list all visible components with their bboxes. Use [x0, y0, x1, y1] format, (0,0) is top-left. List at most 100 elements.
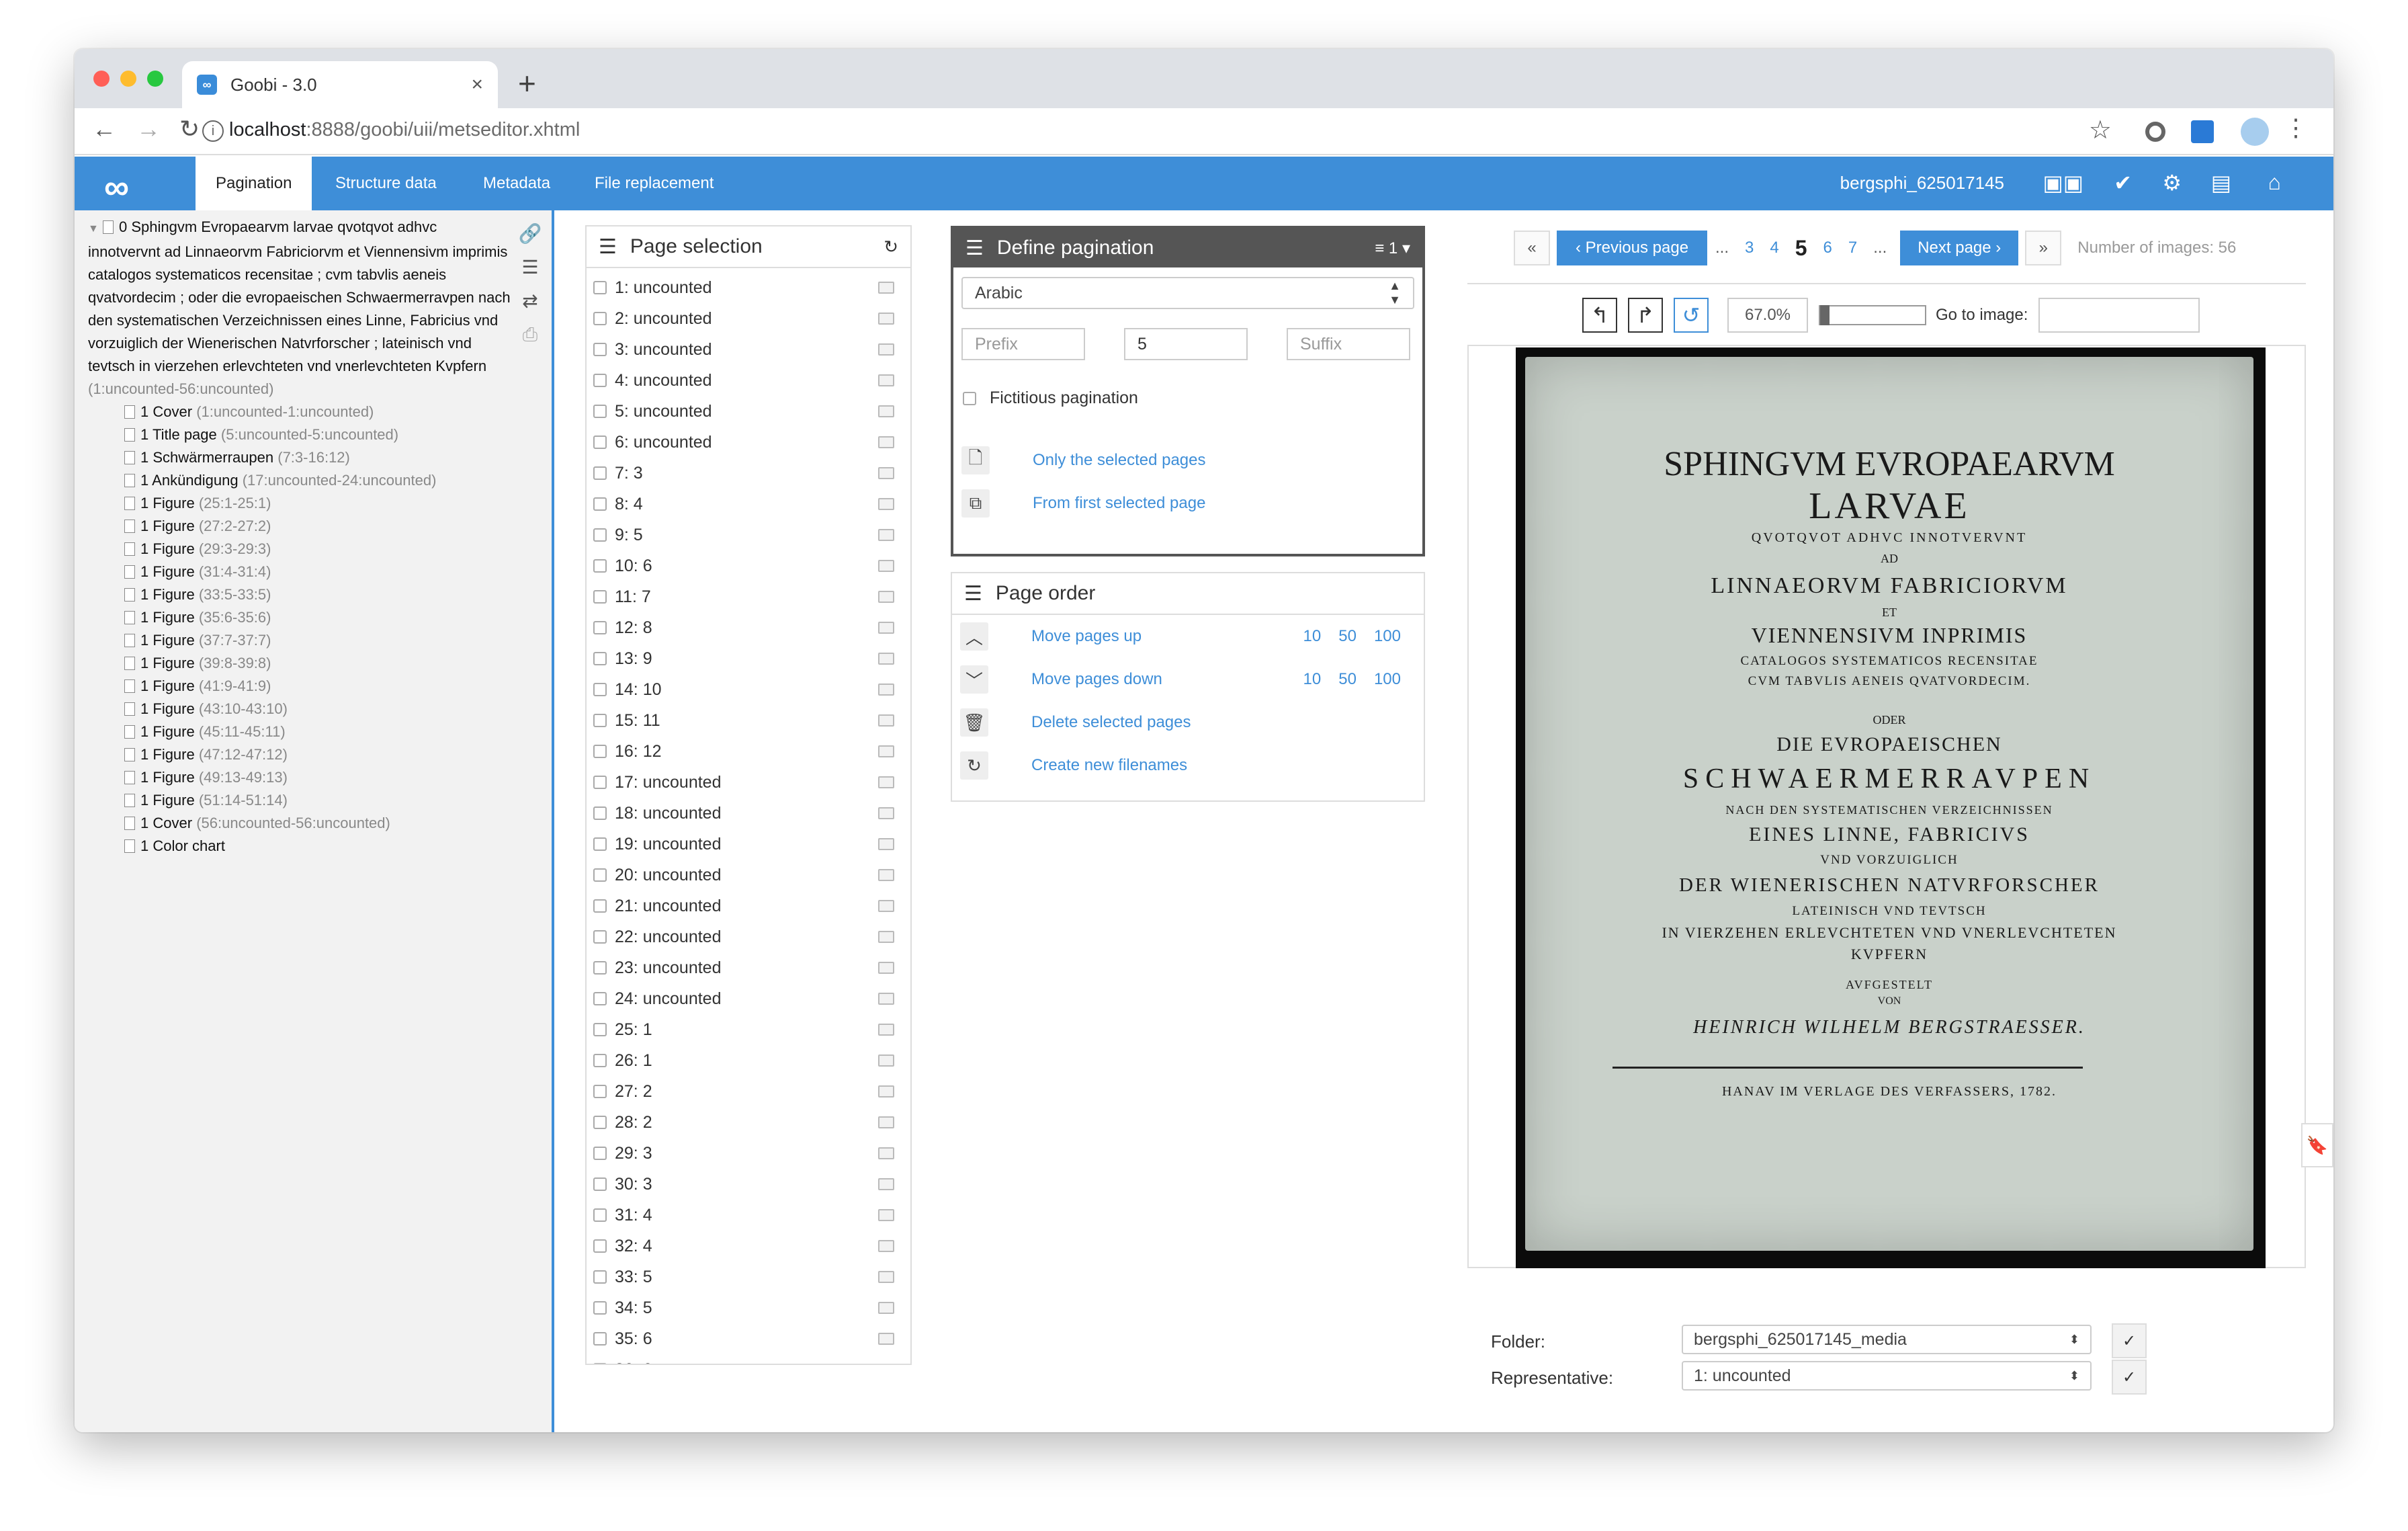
page-checkbox[interactable]: [593, 374, 607, 387]
collapse-caret-icon[interactable]: ▼: [88, 223, 99, 235]
swap-icon[interactable]: ⇄: [515, 284, 545, 318]
page-checkbox[interactable]: [593, 1023, 607, 1036]
page-row[interactable]: 8: 4: [593, 489, 910, 520]
pagination-type-select[interactable]: Arabic ▲ ▼: [961, 277, 1414, 309]
tree-item[interactable]: 1 Schwärmerraupen (7:3-16:12): [81, 446, 511, 469]
new-tab-button[interactable]: +: [518, 65, 536, 101]
move-up-link[interactable]: Move pages up: [1031, 627, 1142, 646]
page-row[interactable]: 3: uncounted: [593, 334, 910, 365]
page-checkbox[interactable]: [593, 405, 607, 418]
last-page-button[interactable]: »: [2025, 231, 2062, 265]
tree-item[interactable]: 1 Figure (39:8-39:8): [81, 652, 511, 675]
tree-item[interactable]: 1 Figure (49:13-49:13): [81, 766, 511, 789]
list-icon[interactable]: ☰: [515, 251, 545, 284]
image-preview-icon[interactable]: [878, 374, 894, 386]
image-preview-icon[interactable]: [878, 1333, 894, 1345]
tree-root[interactable]: ▼ 0 Sphingvm Evropaearvm larvae qvotqvot…: [81, 216, 511, 401]
tree-item[interactable]: 1 Figure (43:10-43:10): [81, 698, 511, 720]
tree-item[interactable]: 1 Ankündigung (17:uncounted-24:uncounted…: [81, 469, 511, 492]
representative-apply-icon[interactable]: ✓: [2112, 1360, 2147, 1395]
page-row[interactable]: 9: 5: [593, 520, 910, 550]
back-icon[interactable]: ←: [92, 115, 116, 143]
image-preview-icon[interactable]: [878, 1024, 894, 1036]
page-row[interactable]: 10: 6: [593, 550, 910, 581]
page-row[interactable]: 28: 2: [593, 1107, 910, 1138]
image-preview-icon[interactable]: [878, 684, 894, 696]
image-preview-icon[interactable]: [878, 343, 894, 356]
page-row[interactable]: 34: 5: [593, 1292, 910, 1323]
page-checkbox[interactable]: [593, 281, 607, 294]
page-row[interactable]: 7: 3: [593, 458, 910, 489]
move-up-action[interactable]: ︿ Move pages up 10 50 100: [952, 615, 1424, 658]
browser-menu-icon[interactable]: ⋮: [2284, 114, 2308, 142]
image-preview-icon[interactable]: [878, 869, 894, 881]
image-preview-icon[interactable]: [878, 1209, 894, 1221]
bookmark-star-icon[interactable]: ☆: [2089, 115, 2112, 145]
image-preview-icon[interactable]: [878, 313, 894, 325]
print-icon[interactable]: ⎙: [515, 318, 545, 351]
page-row[interactable]: 16: 12: [593, 736, 910, 767]
page-row[interactable]: 27: 2: [593, 1076, 910, 1107]
page-checkbox[interactable]: [593, 806, 607, 820]
image-preview-icon[interactable]: [878, 653, 894, 665]
from-first-link[interactable]: From first selected page: [1033, 494, 1205, 513]
tree-item[interactable]: 1 Figure (45:11-45:11): [81, 720, 511, 743]
page-checkbox[interactable]: [593, 528, 607, 542]
close-window-button[interactable]: [93, 71, 110, 87]
image-preview-icon[interactable]: [878, 436, 894, 448]
first-page-button[interactable]: «: [1514, 231, 1550, 265]
tree-item[interactable]: 1 Figure (37:7-37:7): [81, 629, 511, 652]
go-to-image-input[interactable]: [2038, 298, 2200, 333]
url-field[interactable]: localhost:8888/goobi/uii/metseditor.xhtm…: [229, 119, 580, 141]
page-row[interactable]: 14: 10: [593, 674, 910, 705]
menu-icon[interactable]: ☰: [599, 235, 617, 259]
page-row[interactable]: 26: 1: [593, 1045, 910, 1076]
menu-icon[interactable]: ☰: [964, 582, 982, 606]
page-row[interactable]: 29: 3: [593, 1138, 910, 1169]
tree-item[interactable]: 1 Figure (25:1-25:1): [81, 492, 511, 515]
delete-link[interactable]: Delete selected pages: [1031, 713, 1191, 732]
rotate-right-icon[interactable]: ↱: [1628, 298, 1663, 333]
profile-avatar[interactable]: [2241, 118, 2269, 146]
image-preview-icon[interactable]: [878, 591, 894, 603]
move-down-link[interactable]: Move pages down: [1031, 670, 1162, 689]
image-preview-icon[interactable]: [878, 1054, 894, 1067]
page-row[interactable]: 30: 3: [593, 1169, 910, 1200]
page-row[interactable]: 25: 1: [593, 1014, 910, 1045]
image-preview-icon[interactable]: [878, 1178, 894, 1190]
fictitious-pagination-checkbox[interactable]: Fictitious pagination: [963, 388, 1422, 408]
move-down-50[interactable]: 50: [1338, 670, 1357, 689]
browser-tab[interactable]: ∞ Goobi - 3.0 ×: [182, 61, 498, 108]
page-checkbox[interactable]: [593, 1147, 607, 1160]
page-link-3[interactable]: 3: [1745, 239, 1754, 257]
prefix-input[interactable]: Prefix: [961, 328, 1085, 360]
tree-item[interactable]: 1 Figure (47:12-47:12): [81, 743, 511, 766]
tab-file-replacement[interactable]: File replacement: [595, 157, 714, 210]
extension-circle-icon[interactable]: [2145, 122, 2165, 142]
page-checkbox[interactable]: [593, 961, 607, 975]
page-row[interactable]: 24: uncounted: [593, 983, 910, 1014]
tree-item[interactable]: 1 Figure (33:5-33:5): [81, 583, 511, 606]
page-checkbox[interactable]: [593, 590, 607, 604]
image-preview-icon[interactable]: [878, 745, 894, 757]
rotate-left-icon[interactable]: ↰: [1582, 298, 1617, 333]
image-preview-icon[interactable]: [878, 714, 894, 727]
tab-pagination[interactable]: Pagination: [196, 157, 312, 210]
page-checkbox[interactable]: [593, 1239, 607, 1253]
image-preview-icon[interactable]: [878, 962, 894, 974]
image-preview-icon[interactable]: [878, 498, 894, 510]
page-row[interactable]: 21: uncounted: [593, 891, 910, 921]
page-row[interactable]: 6: uncounted: [593, 427, 910, 458]
tree-item[interactable]: 1 Cover (56:uncounted-56:uncounted): [81, 812, 511, 835]
page-checkbox[interactable]: [593, 868, 607, 882]
page-row[interactable]: 22: uncounted: [593, 921, 910, 952]
menu-icon[interactable]: ☰: [965, 237, 984, 260]
page-checkbox[interactable]: [593, 714, 607, 727]
image-viewer[interactable]: SPHINGVM EVROPAEARVM LARVAE QVOTQVOT ADH…: [1467, 345, 2306, 1268]
page-checkbox[interactable]: [593, 683, 607, 696]
tree-item[interactable]: 1 Figure (31:4-31:4): [81, 561, 511, 583]
checkbox-box[interactable]: [963, 391, 976, 405]
page-checkbox[interactable]: [593, 1177, 607, 1191]
tree-item[interactable]: 1 Figure (29:3-29:3): [81, 538, 511, 561]
page-checkbox[interactable]: [593, 652, 607, 665]
